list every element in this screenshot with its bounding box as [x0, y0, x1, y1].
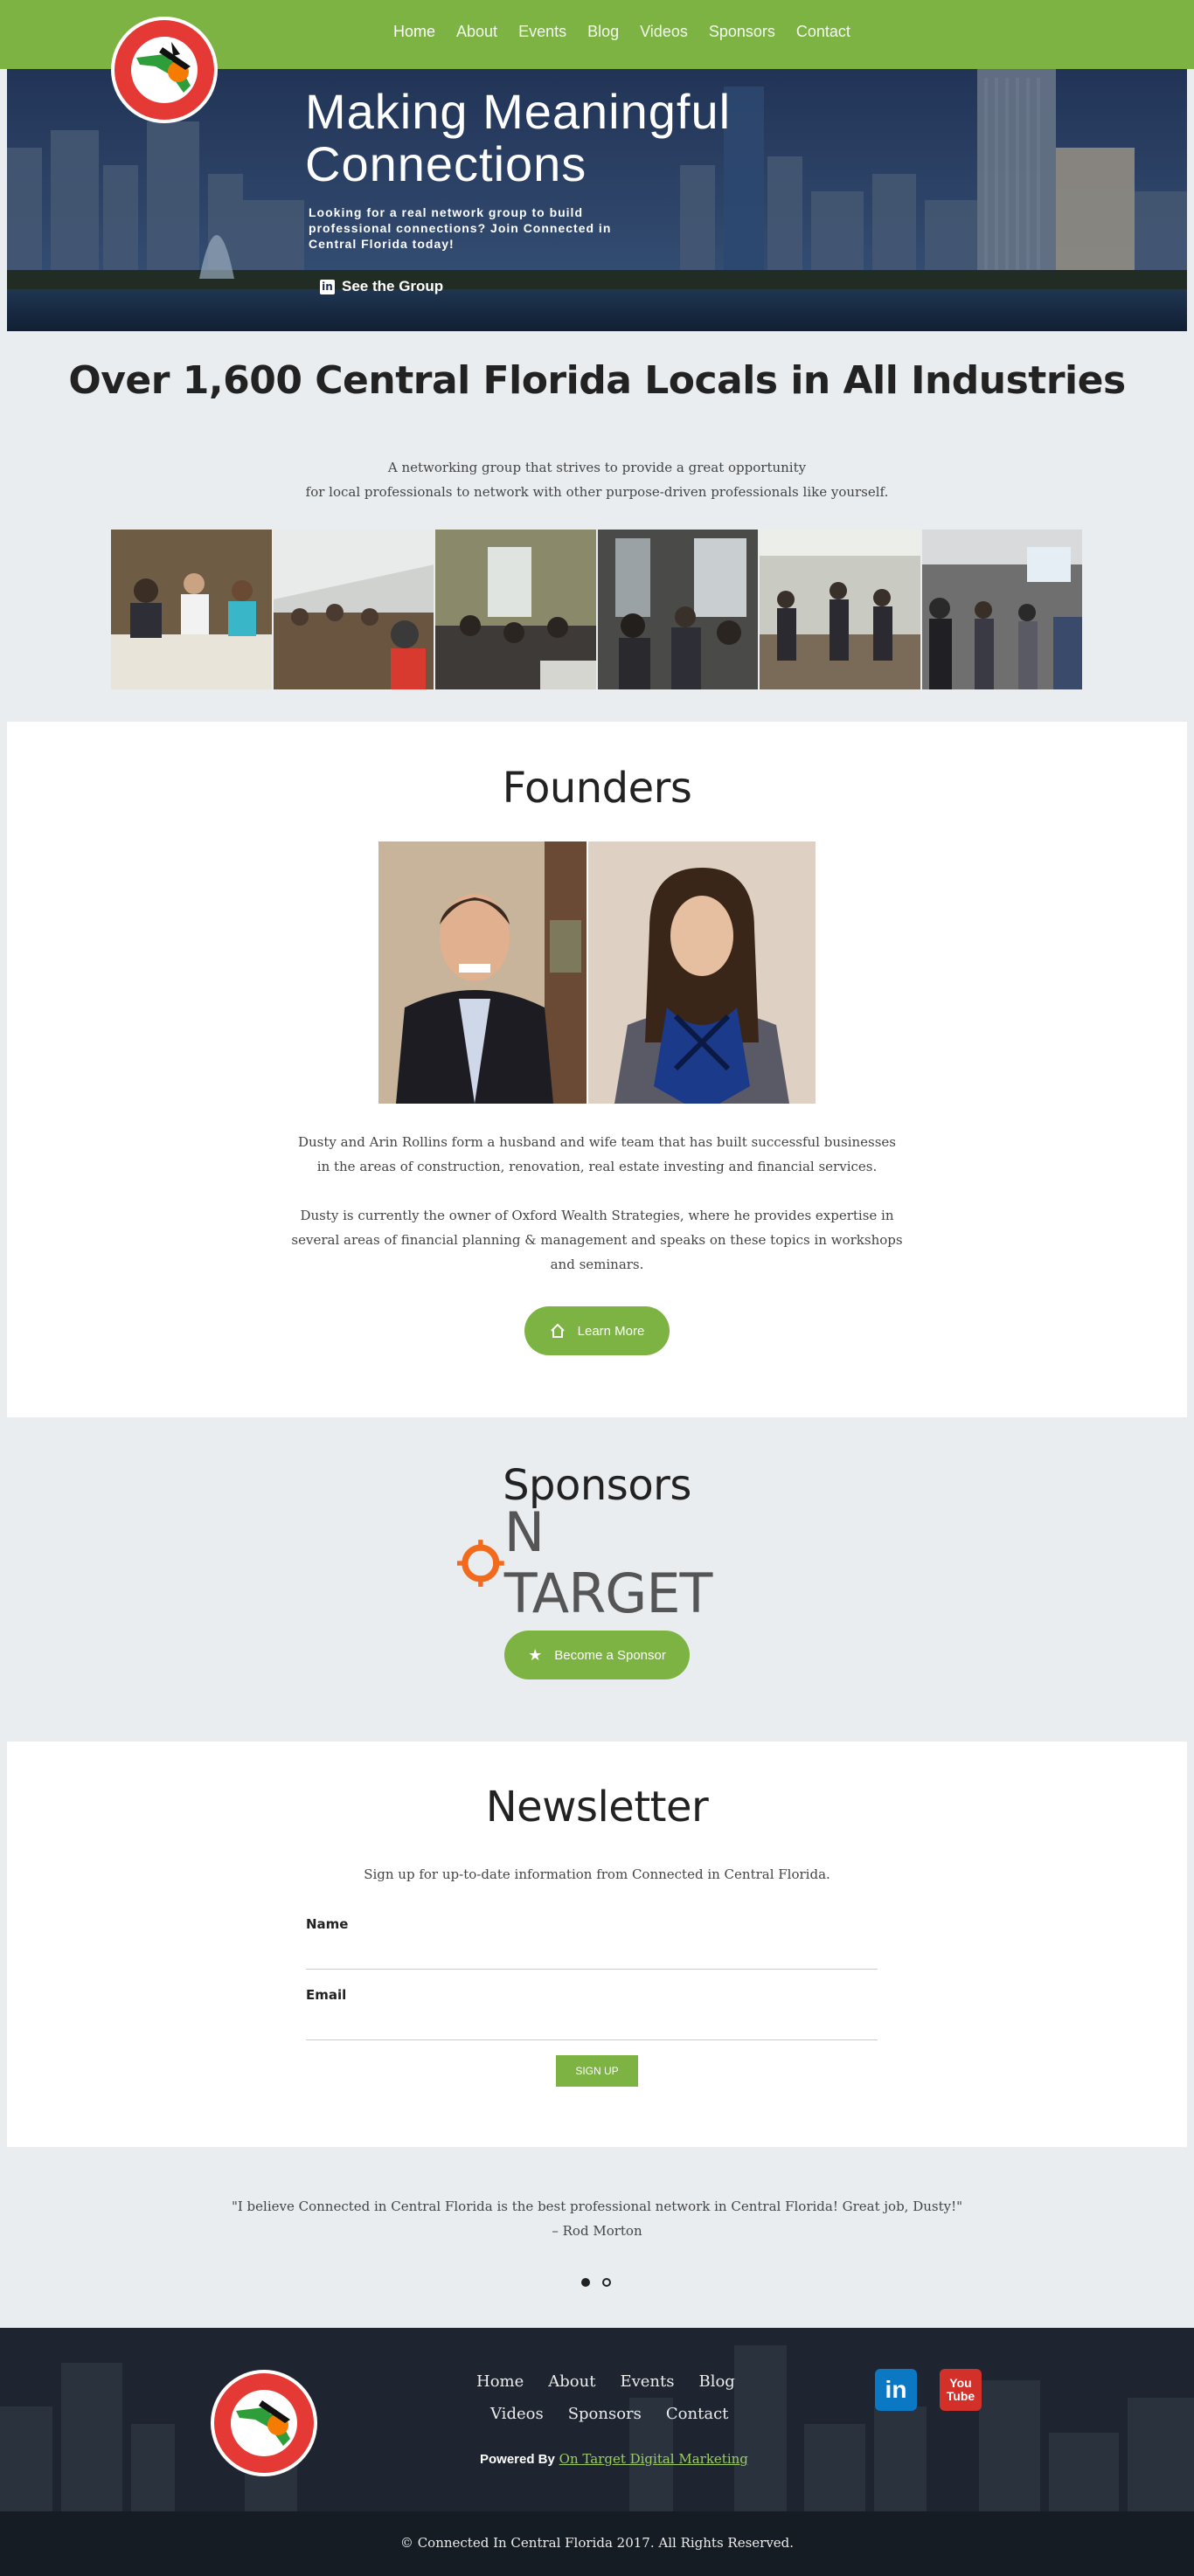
founders-paragraph-2: Dusty is currently the owner of Oxford W… [0, 1203, 1194, 1277]
linkedin-icon-label: in [885, 2376, 907, 2403]
founders-p2-line2: several areas of financial planning & ma… [291, 1232, 903, 1248]
nav-contact[interactable]: Contact [796, 23, 850, 41]
youtube-icon[interactable]: You Tube [940, 2369, 982, 2411]
founder-photo-arin [588, 841, 816, 1104]
on-target-logo-text: N TARGET [503, 1500, 713, 1625]
hero-subtitle: Looking for a real network group to buil… [309, 205, 612, 251]
founders-photos [378, 841, 816, 1104]
newsletter-title: Newsletter [485, 1783, 709, 1832]
founders-title: Founders [502, 764, 692, 813]
linkedin-icon[interactable]: in [875, 2369, 917, 2411]
powered-by-link[interactable]: On Target Digital Marketing [559, 2451, 748, 2467]
powered-by: Powered By On Target Digital Marketing [480, 2451, 748, 2467]
see-group-button[interactable]: in See the Group [315, 269, 448, 304]
newsletter-intro: Sign up for up-to-date information from … [364, 1866, 830, 1882]
copyright: © Connected In Central Florida 2017. All… [399, 2535, 795, 2551]
nav-home[interactable]: Home [393, 23, 435, 41]
name-label: Name [306, 1916, 349, 1932]
testimonial: "I believe Connected in Central Florida … [0, 2194, 1194, 2243]
event-photo-3[interactable] [435, 530, 596, 689]
hero-title: Making Meaningful Connections [305, 84, 732, 191]
email-field[interactable] [306, 2014, 878, 2040]
event-photo-strip [111, 530, 1082, 689]
main-nav: Home About Events Blog Videos Sponsors C… [393, 23, 850, 41]
site-logo[interactable] [110, 16, 219, 124]
event-photo-1[interactable] [111, 530, 272, 689]
footer-nav-row-1: Home About Events Blog [476, 2372, 735, 2391]
intro-text: A networking group that strives to provi… [0, 455, 1194, 504]
event-photo-4[interactable] [597, 530, 758, 689]
headline: Over 1,600 Central Florida Locals in All… [68, 358, 1126, 403]
nav-sponsors[interactable]: Sponsors [709, 23, 775, 41]
footer-nav-videos[interactable]: Videos [490, 2405, 544, 2423]
founders-paragraph-1: Dusty and Arin Rollins form a husband an… [0, 1130, 1194, 1179]
nav-events[interactable]: Events [518, 23, 566, 41]
event-photo-2[interactable] [273, 530, 434, 689]
event-photo-5[interactable] [760, 530, 920, 689]
footer: Home About Events Blog Videos Sponsors C… [0, 2328, 1194, 2576]
footer-nav-home[interactable]: Home [476, 2372, 524, 2391]
see-group-label: See the Group [342, 278, 444, 294]
footer-nav-blog[interactable]: Blog [698, 2372, 734, 2391]
founders-p2-line3: and seminars. [550, 1257, 644, 1272]
testimonial-quote: "I believe Connected in Central Florida … [231, 2199, 963, 2214]
email-label: Email [306, 1987, 347, 2003]
target-crosshair-icon [457, 1540, 504, 1587]
nav-videos[interactable]: Videos [640, 23, 688, 41]
founder-photo-dusty [378, 841, 587, 1104]
become-sponsor-label: Become a Sponsor [554, 1647, 666, 1663]
intro-line-1: A networking group that strives to provi… [387, 460, 807, 475]
testimonial-author: – Rod Morton [552, 2223, 642, 2239]
event-photo-6[interactable] [921, 530, 1082, 689]
footer-nav-row-2: Videos Sponsors Contact [490, 2405, 728, 2423]
name-field[interactable] [306, 1943, 878, 1970]
learn-more-button[interactable]: Learn More [524, 1306, 670, 1355]
footer-nav-contact[interactable]: Contact [666, 2405, 728, 2423]
powered-by-prefix: Powered By [480, 2452, 555, 2467]
star-icon: ★ [528, 1645, 543, 1665]
footer-logo[interactable] [210, 2369, 318, 2477]
become-sponsor-button[interactable]: ★ Become a Sponsor [504, 1631, 690, 1679]
youtube-icon-label-bottom: Tube [946, 2389, 975, 2403]
intro-line-2: for local professionals to network with … [305, 484, 889, 500]
footer-nav-events[interactable]: Events [620, 2372, 674, 2391]
footer-nav-about[interactable]: About [548, 2372, 595, 2391]
slide-dot-2[interactable] [602, 2278, 611, 2287]
slide-dot-1[interactable] [581, 2278, 590, 2287]
home-icon [550, 1323, 565, 1338]
footer-nav-sponsors[interactable]: Sponsors [568, 2405, 642, 2423]
youtube-icon-label-top: You [949, 2376, 972, 2390]
testimonial-pager [581, 2278, 611, 2287]
nav-blog[interactable]: Blog [587, 23, 619, 41]
founders-p1-line1: Dusty and Arin Rollins form a husband an… [297, 1134, 897, 1150]
nav-about[interactable]: About [456, 23, 497, 41]
sign-up-button[interactable]: SIGN UP [556, 2055, 638, 2087]
on-target-sponsor-logo[interactable]: N TARGET [457, 1502, 740, 1624]
founders-p1-line2: in the areas of construction, renovation… [316, 1159, 878, 1174]
learn-more-label: Learn More [577, 1323, 645, 1339]
linkedin-icon: in [320, 279, 335, 294]
founders-p2-line1: Dusty is currently the owner of Oxford W… [300, 1208, 894, 1223]
